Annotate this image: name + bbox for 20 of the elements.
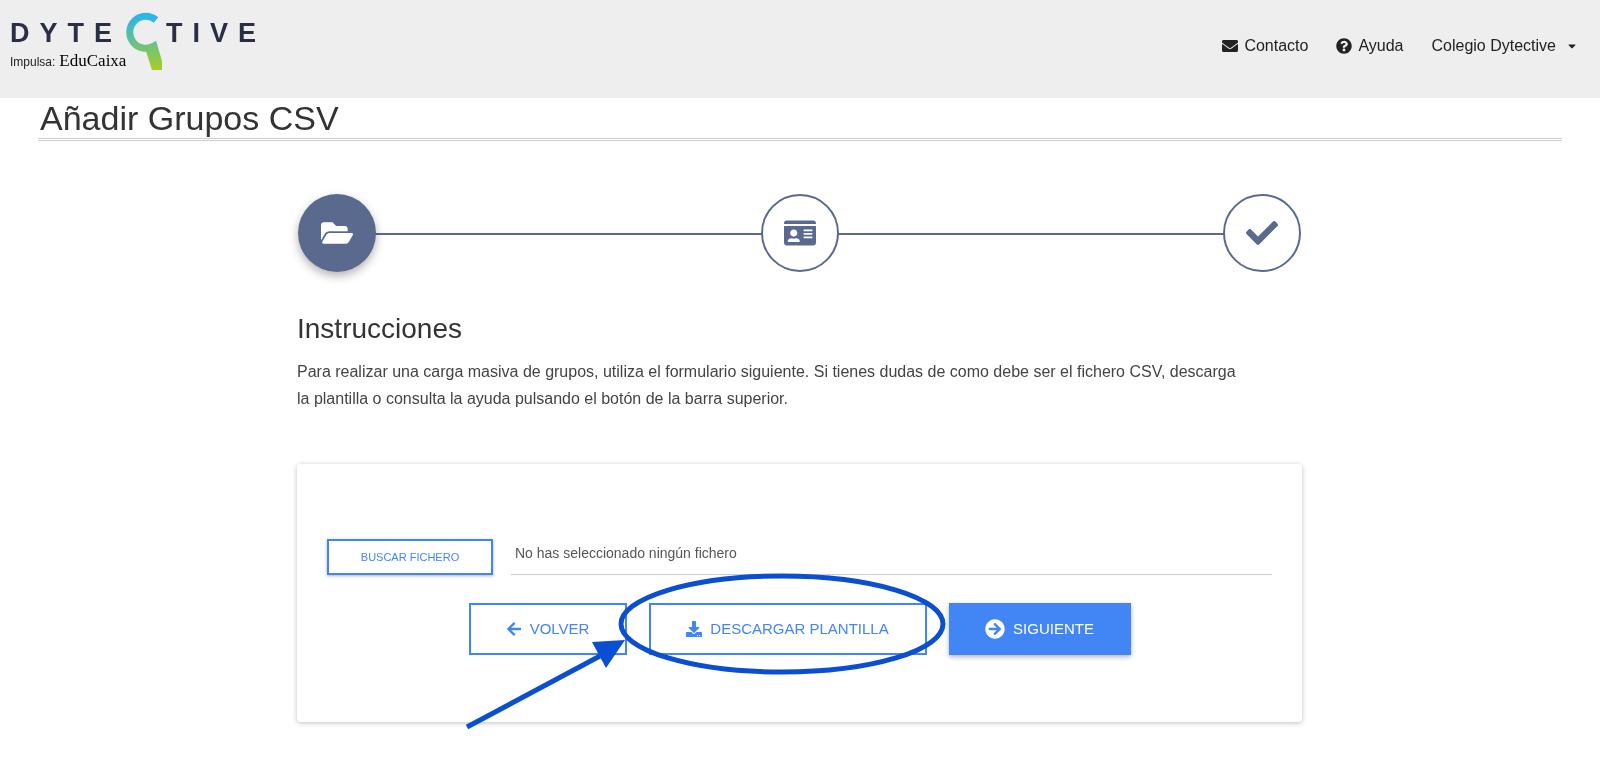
logo-text: DYTE (10, 20, 122, 47)
download-template-button[interactable]: DESCARGAR PLANTILLA (648, 603, 927, 655)
download-icon (686, 621, 703, 637)
back-button[interactable]: VOLVER (468, 603, 627, 655)
instructions-text: Para realizar una carga masiva de grupos, utiliza el formulario siguiente. Si tienes dudas de como debe ser el fichero CSV, descarga la plantilla o consulta la ayuda pulsando el botón de la barra superior. (297, 362, 1237, 409)
sponsor-label: Impulsa: (10, 54, 56, 71)
arrow-left-icon (505, 621, 522, 637)
next-button[interactable]: SIGUIENTE (948, 603, 1131, 655)
account-menu[interactable]: Colegio Dytective (1431, 34, 1578, 58)
mail-icon (1222, 38, 1239, 54)
help-icon (1336, 38, 1353, 54)
nav-link[interactable]: Contacto (1222, 34, 1309, 58)
page-title: Añadir Grupos CSV (39, 98, 340, 136)
logo-text: TIVE (166, 20, 267, 47)
nav-link[interactable]: Ayuda (1336, 34, 1404, 58)
section-title: Instrucciones (297, 312, 463, 346)
arrow-right-icon (985, 619, 1006, 639)
file-name-field[interactable]: No has seleccionado ningún fichero (511, 539, 1272, 575)
sponsor-logo-text: EduCaixa (59, 50, 127, 72)
browse-file-button[interactable]: BUSCAR FICHERO (327, 539, 493, 575)
